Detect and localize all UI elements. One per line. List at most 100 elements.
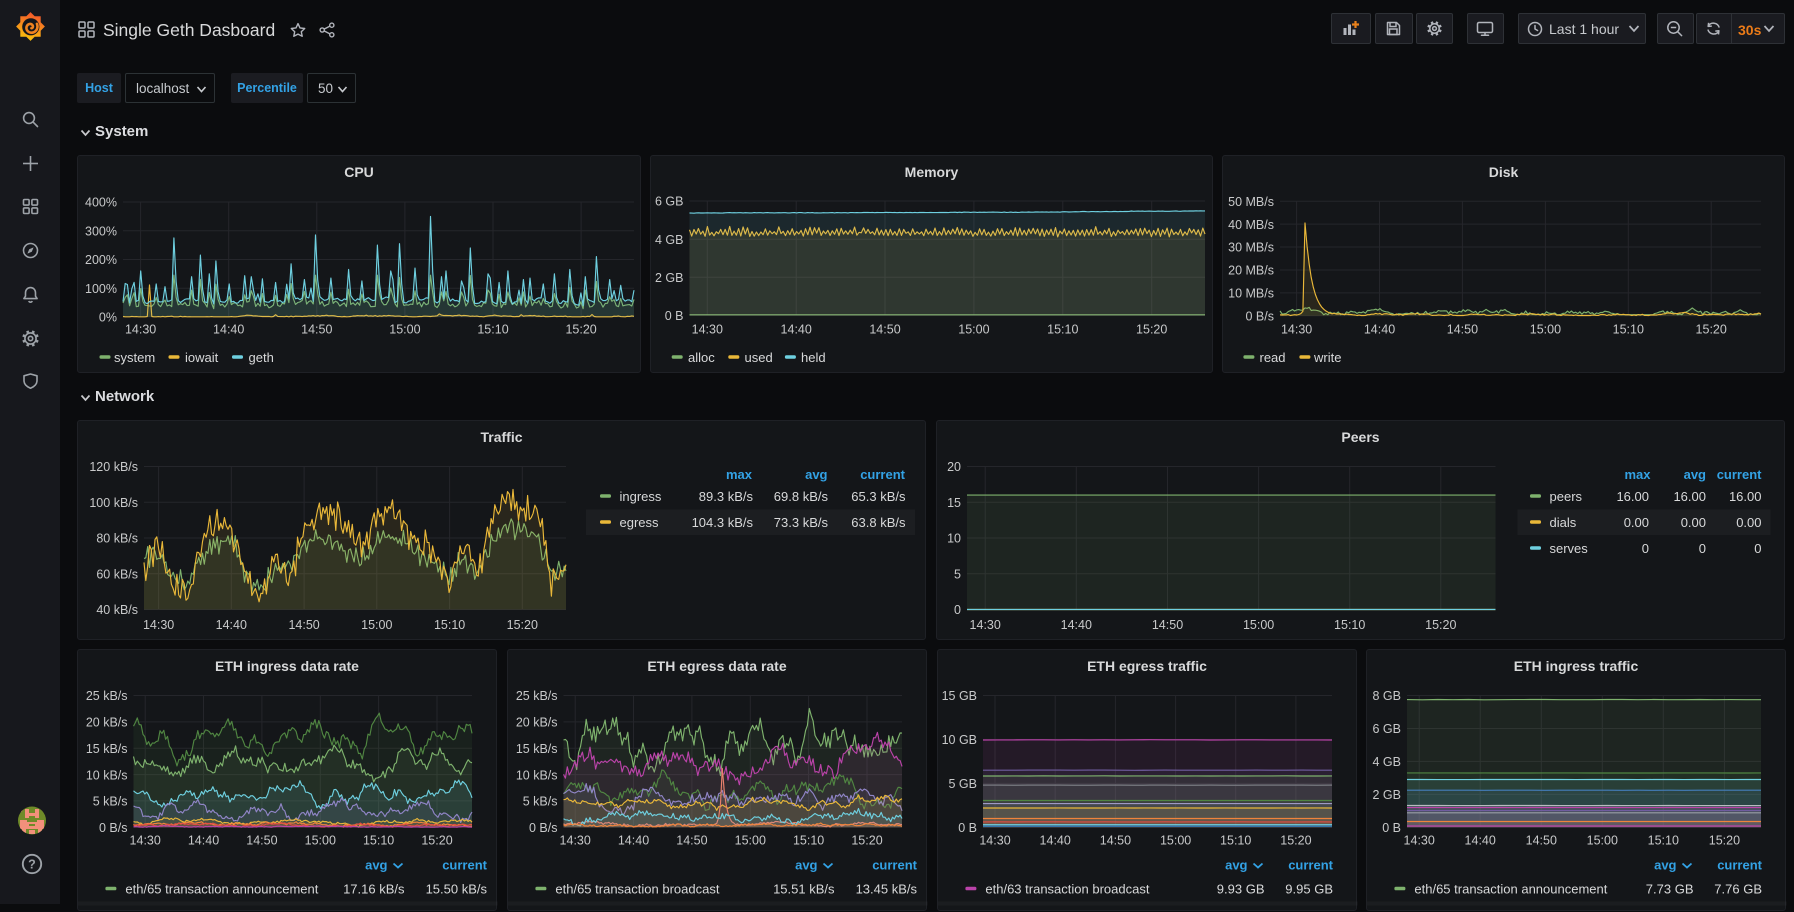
svg-text:current: current	[1717, 467, 1762, 482]
svg-text:5 GB: 5 GB	[949, 777, 978, 791]
svg-text:current: current	[1288, 858, 1333, 873]
svg-text:15:20: 15:20	[1709, 834, 1740, 848]
svg-text:100 kB/s: 100 kB/s	[89, 496, 138, 510]
svg-text:14:50: 14:50	[1447, 323, 1478, 337]
svg-text:10 GB: 10 GB	[942, 733, 977, 747]
svg-text:104.3 kB/s: 104.3 kB/s	[692, 515, 754, 530]
svg-text:15.50 kB/s: 15.50 kB/s	[426, 882, 488, 897]
svg-text:4 GB: 4 GB	[1373, 755, 1402, 769]
svg-text:5: 5	[954, 567, 961, 581]
svg-text:14:40: 14:40	[1040, 834, 1071, 848]
svg-text:15:20: 15:20	[421, 834, 452, 848]
svg-text:73.3 kB/s: 73.3 kB/s	[774, 515, 829, 530]
svg-text:15:10: 15:10	[1613, 323, 1644, 337]
svg-text:14:50: 14:50	[246, 834, 277, 848]
svg-text:14:40: 14:40	[1465, 834, 1496, 848]
svg-text:14:30: 14:30	[979, 834, 1010, 848]
svg-text:max: max	[1624, 467, 1651, 482]
svg-text:14:30: 14:30	[1281, 323, 1312, 337]
svg-text:14:30: 14:30	[560, 834, 591, 848]
svg-text:15:10: 15:10	[477, 323, 508, 337]
svg-text:15:20: 15:20	[1425, 618, 1456, 632]
svg-text:0.00: 0.00	[1681, 515, 1706, 530]
svg-text:0 B: 0 B	[1382, 821, 1401, 835]
svg-text:avg: avg	[1654, 858, 1676, 873]
svg-text:0 B/s: 0 B/s	[1246, 310, 1275, 324]
svg-text:eth/63 transaction broadcast: eth/63 transaction broadcast	[985, 882, 1149, 897]
svg-text:0: 0	[1754, 541, 1761, 556]
svg-text:10 kB/s: 10 kB/s	[516, 768, 558, 782]
svg-text:0 B/s: 0 B/s	[99, 821, 128, 835]
svg-text:50 MB/s: 50 MB/s	[1228, 195, 1274, 209]
svg-text:15:00: 15:00	[1160, 834, 1191, 848]
svg-text:14:50: 14:50	[676, 834, 707, 848]
svg-text:25 kB/s: 25 kB/s	[516, 689, 558, 703]
svg-text:14:30: 14:30	[970, 618, 1001, 632]
svg-text:avg: avg	[805, 467, 827, 482]
svg-text:ingress: ingress	[620, 489, 662, 504]
svg-text:15:00: 15:00	[1587, 834, 1618, 848]
svg-text:15:20: 15:20	[851, 834, 882, 848]
svg-text:15:10: 15:10	[1047, 323, 1078, 337]
svg-text:0: 0	[1699, 541, 1706, 556]
svg-text:current: current	[872, 858, 917, 873]
svg-text:14:30: 14:30	[125, 323, 156, 337]
svg-text:14:30: 14:30	[692, 323, 723, 337]
svg-text:14:30: 14:30	[1404, 834, 1435, 848]
svg-text:20 MB/s: 20 MB/s	[1228, 264, 1274, 278]
svg-text:read: read	[1260, 350, 1286, 365]
svg-text:40 MB/s: 40 MB/s	[1228, 218, 1274, 232]
svg-text:20 kB/s: 20 kB/s	[516, 716, 558, 730]
svg-text:current: current	[442, 858, 487, 873]
svg-text:max: max	[726, 467, 753, 482]
svg-text:15:00: 15:00	[735, 834, 766, 848]
svg-text:15:00: 15:00	[958, 323, 989, 337]
svg-text:0.00: 0.00	[1736, 515, 1761, 530]
svg-text:200%: 200%	[85, 253, 117, 267]
svg-text:10 MB/s: 10 MB/s	[1228, 287, 1274, 301]
svg-text:15:10: 15:10	[363, 834, 394, 848]
svg-text:300%: 300%	[85, 224, 117, 238]
svg-text:current: current	[860, 467, 905, 482]
svg-text:14:30: 14:30	[130, 834, 161, 848]
svg-text:0 B: 0 B	[665, 309, 684, 323]
svg-text:14:40: 14:40	[1061, 618, 1092, 632]
svg-text:14:50: 14:50	[288, 618, 319, 632]
svg-text:avg: avg	[795, 858, 817, 873]
svg-text:6 GB: 6 GB	[1373, 722, 1402, 736]
svg-text:17.16 kB/s: 17.16 kB/s	[343, 882, 405, 897]
svg-text:14:40: 14:40	[618, 834, 649, 848]
svg-text:5 kB/s: 5 kB/s	[523, 795, 558, 809]
svg-text:avg: avg	[1225, 858, 1247, 873]
svg-text:120 kB/s: 120 kB/s	[89, 460, 138, 474]
svg-text:15.51 kB/s: 15.51 kB/s	[773, 882, 835, 897]
svg-text:14:50: 14:50	[1152, 618, 1183, 632]
svg-text:15:10: 15:10	[434, 618, 465, 632]
svg-text:100%: 100%	[85, 282, 117, 296]
svg-text:16.00: 16.00	[1729, 489, 1762, 504]
svg-text:iowait: iowait	[185, 350, 219, 365]
svg-text:0 B/s: 0 B/s	[529, 821, 558, 835]
svg-text:7.76 GB: 7.76 GB	[1714, 882, 1762, 897]
svg-text:5 kB/s: 5 kB/s	[93, 795, 128, 809]
svg-text:serves: serves	[1550, 541, 1589, 556]
svg-text:peers: peers	[1550, 489, 1583, 504]
svg-text:15:20: 15:20	[507, 618, 538, 632]
svg-text:15:00: 15:00	[1243, 618, 1274, 632]
svg-text:20 kB/s: 20 kB/s	[86, 716, 128, 730]
svg-text:25 kB/s: 25 kB/s	[86, 689, 128, 703]
svg-text:used: used	[745, 350, 773, 365]
svg-text:9.93 GB: 9.93 GB	[1217, 882, 1265, 897]
svg-text:0: 0	[1642, 541, 1649, 556]
svg-text:2 GB: 2 GB	[655, 271, 684, 285]
svg-text:15:10: 15:10	[1334, 618, 1365, 632]
svg-text:4 GB: 4 GB	[655, 233, 684, 247]
svg-text:15 GB: 15 GB	[942, 689, 977, 703]
svg-text:16.00: 16.00	[1616, 489, 1649, 504]
svg-text:30 MB/s: 30 MB/s	[1228, 241, 1274, 255]
svg-text:geth: geth	[249, 350, 274, 365]
svg-text:write: write	[1313, 350, 1341, 365]
svg-text:6 GB: 6 GB	[655, 195, 684, 209]
svg-text:14:40: 14:40	[781, 323, 812, 337]
svg-text:15 kB/s: 15 kB/s	[516, 742, 558, 756]
